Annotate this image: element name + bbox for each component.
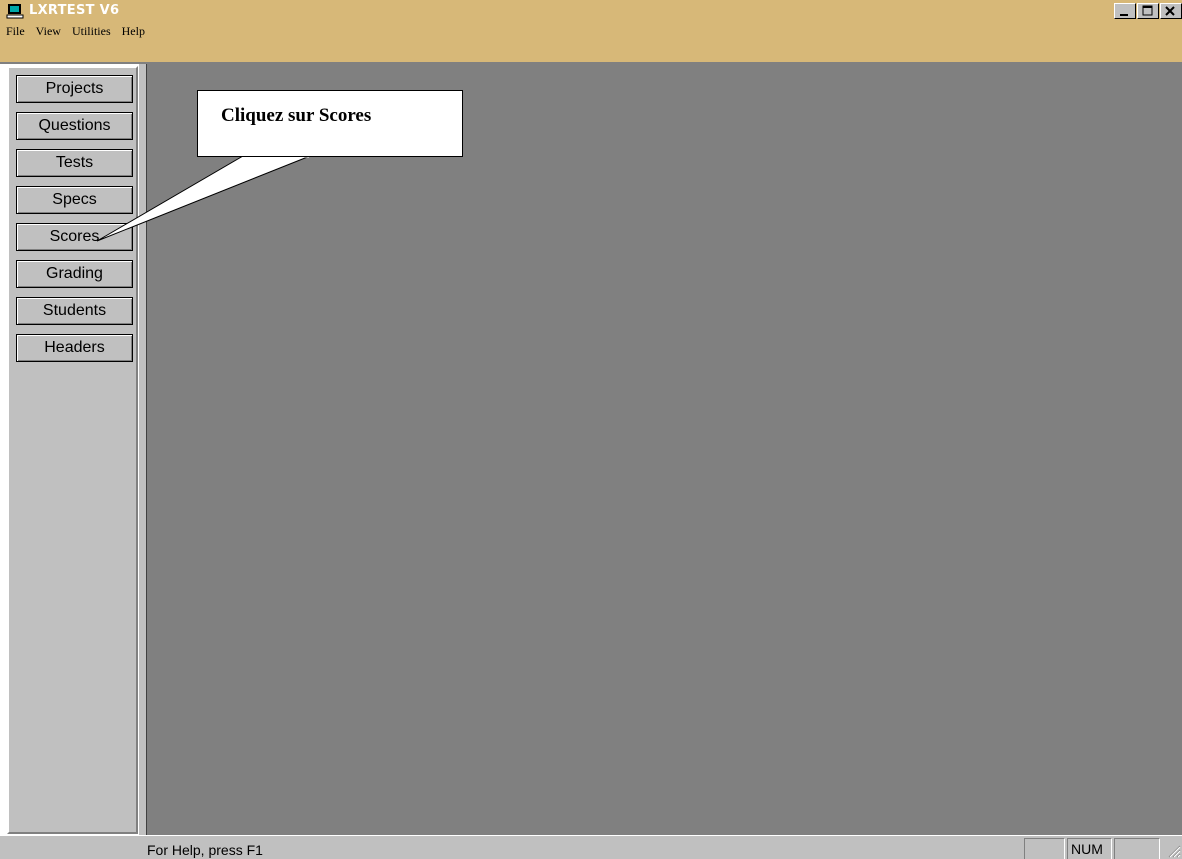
application-window: LXRTEST V6 File View Utilities Help Proj… xyxy=(0,0,1182,859)
callout-box: Cliquez sur Scores xyxy=(197,90,463,157)
callout-text: Cliquez sur Scores xyxy=(221,105,372,126)
callout-pointer xyxy=(96,155,311,242)
